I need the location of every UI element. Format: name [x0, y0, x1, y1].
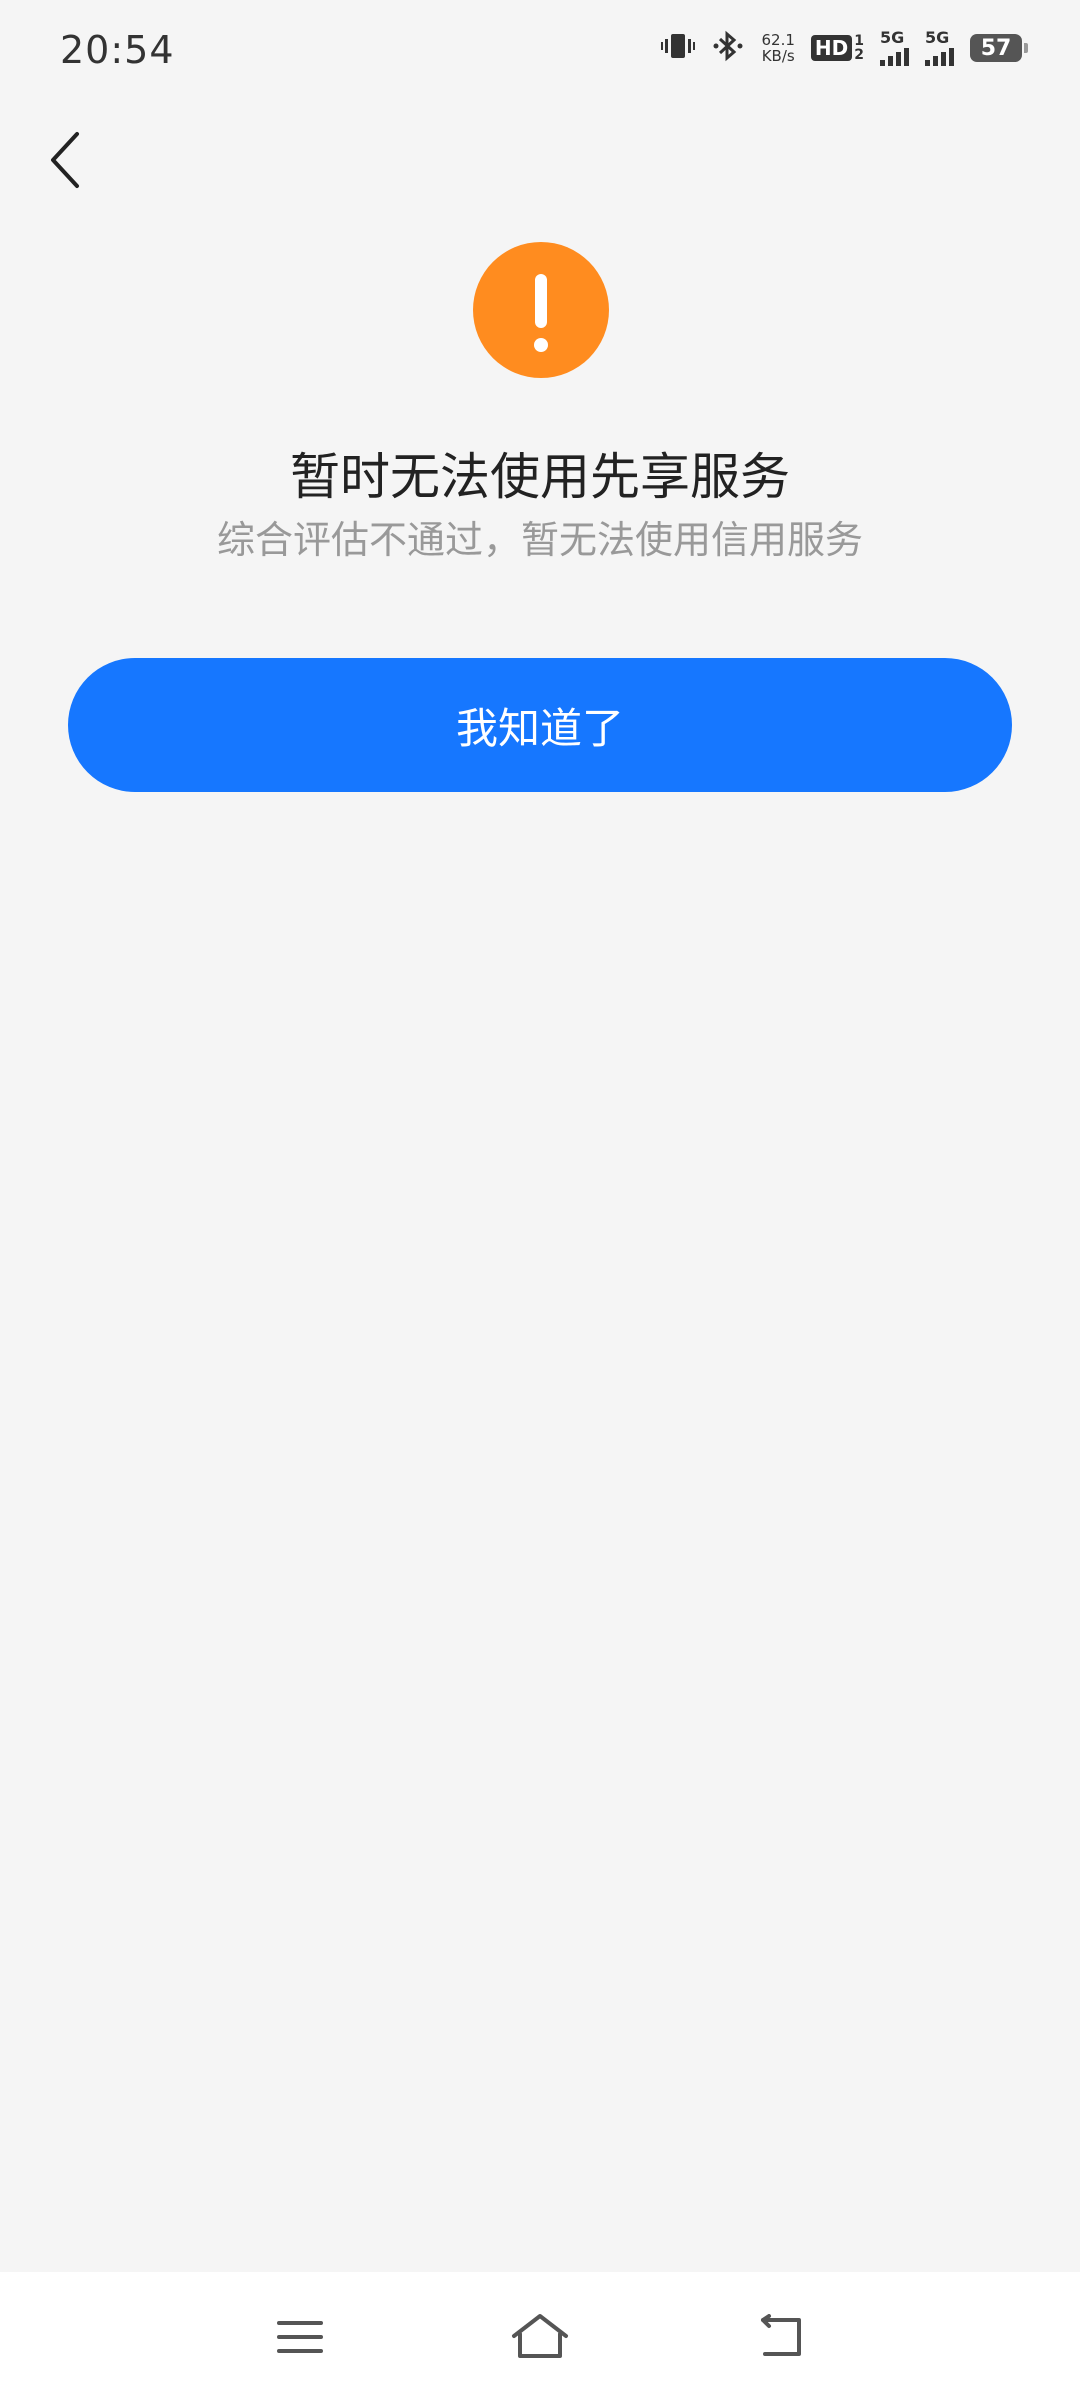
menu-icon	[277, 2321, 323, 2353]
system-back-button[interactable]	[740, 2302, 820, 2372]
net-speed-value: 62.1	[761, 31, 795, 49]
result-subtitle: 综合评估不通过，暂无法使用信用服务	[216, 518, 863, 562]
vibrate-icon	[660, 31, 696, 65]
back-icon	[761, 2314, 801, 2356]
menu-button[interactable]	[260, 2302, 340, 2372]
net-speed: 62.1 KB/s	[762, 32, 795, 64]
hd-sub-bottom: 2	[854, 47, 864, 63]
signal-icon	[880, 46, 909, 66]
system-nav-bar	[0, 2272, 1080, 2400]
signal-2-label: 5G	[925, 28, 950, 47]
status-icons: 62.1 KB/s HD 1 2 5G 5G 57	[660, 30, 1028, 66]
status-bar: 20:54 62.1 KB/s HD 1 2 5G 5G 57	[0, 0, 1080, 108]
hd-sub-top: 1	[854, 33, 864, 49]
battery-level: 57	[980, 35, 1012, 61]
back-button[interactable]	[30, 120, 100, 200]
signal-icon	[925, 46, 954, 66]
confirm-button[interactable]: 我知道了	[68, 658, 1012, 792]
home-icon	[512, 2314, 568, 2358]
hd-label: HD	[810, 35, 853, 61]
signal-1-label: 5G	[880, 28, 905, 47]
home-button[interactable]	[500, 2302, 580, 2372]
status-time: 20:54	[60, 28, 175, 72]
signal-2: 5G	[925, 30, 954, 66]
chevron-left-icon	[51, 132, 79, 188]
battery-icon: 57	[970, 34, 1028, 62]
hd-badge: HD 1 2	[810, 33, 864, 63]
bluetooth-icon	[712, 30, 746, 66]
signal-1: 5G	[880, 30, 909, 66]
warning-icon	[473, 242, 609, 378]
net-speed-unit: KB/s	[761, 47, 795, 65]
result-title: 暂时无法使用先享服务	[290, 448, 790, 506]
